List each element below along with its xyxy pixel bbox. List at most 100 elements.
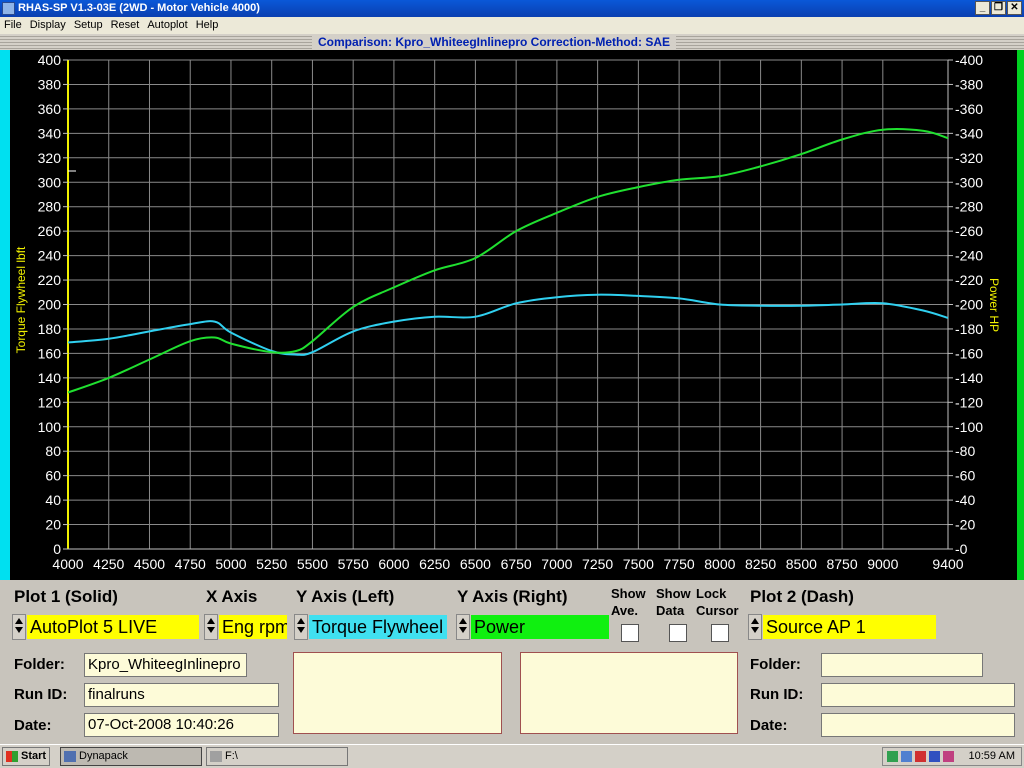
y-axis-right-spinner[interactable] — [456, 614, 470, 640]
tray-app-icon[interactable] — [943, 751, 954, 762]
y-tick-label-left: 40 — [45, 492, 61, 508]
y-tick-label-right: -100 — [955, 419, 983, 435]
lock-cursor-checkbox[interactable] — [711, 624, 729, 642]
y-tick-label-left: 360 — [38, 101, 62, 117]
windows-logo-icon — [6, 751, 18, 762]
menu-autoplot[interactable]: Autoplot — [143, 17, 191, 34]
y-axis-left-select[interactable]: Torque Flywheel — [309, 615, 447, 639]
y-tick-label-left: 60 — [45, 468, 61, 484]
y-axis-right-select[interactable]: Power — [471, 615, 609, 639]
start-button[interactable]: Start — [2, 747, 50, 766]
menu-setup[interactable]: Setup — [70, 17, 107, 34]
show-data-checkbox[interactable] — [669, 624, 687, 642]
x-axis-select[interactable]: Eng rpm — [219, 615, 287, 639]
x-tick-label: 8250 — [745, 556, 776, 572]
app-icon — [2, 2, 15, 15]
y-tick-label-left: 120 — [38, 394, 62, 410]
y-tick-label-right: -0 — [955, 541, 968, 557]
control-panel: Plot 1 (Solid) X Axis Y Axis (Left) Y Ax… — [0, 580, 1024, 744]
menu-file[interactable]: File — [0, 17, 26, 34]
dyno-plot[interactable]: 0 -0 20 -20 40 -40 60 -60 80 -80 100 -100 120 -120 140… — [0, 50, 1024, 580]
close-button[interactable]: ✕ — [1007, 1, 1022, 15]
y-tick-label-right: -80 — [955, 443, 975, 459]
y-axis-left-spinner[interactable] — [294, 614, 308, 640]
minimize-button[interactable]: _ — [975, 1, 990, 15]
tray-security-icon[interactable] — [915, 751, 926, 762]
y-axis-right-select-label: Y Axis (Right) — [457, 587, 568, 606]
menu-help[interactable]: Help — [192, 17, 223, 34]
notes-box-1[interactable] — [293, 652, 502, 734]
y-tick-label-left: 140 — [38, 370, 62, 386]
y-tick-label-left: 200 — [38, 297, 62, 313]
comparison-text: Comparison: Kpro_WhiteegInlinepro Correc… — [312, 34, 677, 50]
y-tick-label-right: -300 — [955, 174, 983, 190]
y-tick-label-right: -40 — [955, 492, 975, 508]
y-tick-label-right: -60 — [955, 468, 975, 484]
menu-reset[interactable]: Reset — [107, 17, 144, 34]
plot1-spinner[interactable] — [12, 614, 26, 640]
plot2-label: Plot 2 (Dash) — [750, 587, 854, 606]
window-title-bar[interactable]: RHAS-SP V1.3-03E (2WD - Motor Vehicle 40… — [0, 0, 1024, 17]
tray-printer-icon[interactable] — [901, 751, 912, 762]
date-label-left: Date: — [14, 717, 52, 734]
y-tick-label-left: 380 — [38, 76, 62, 92]
x-tick-label: 8500 — [786, 556, 817, 572]
y-axis-left-select-label: Y Axis (Left) — [296, 587, 395, 606]
tray-network-icon[interactable] — [887, 751, 898, 762]
x-tick-label: 5750 — [338, 556, 369, 572]
y-tick-label-left: 300 — [38, 174, 62, 190]
taskbar-item-dynapack[interactable]: Dynapack — [60, 747, 202, 766]
y-tick-label-left: 320 — [38, 150, 62, 166]
y-tick-label-left: 280 — [38, 199, 62, 215]
folder-field-left[interactable]: Kpro_WhiteegInlinepro — [84, 653, 247, 677]
taskbar-clock: 10:59 AM — [968, 750, 1015, 762]
runid-label-left: Run ID: — [14, 686, 68, 703]
x-axis-spinner[interactable] — [204, 614, 218, 640]
y-tick-label-left: 240 — [38, 248, 62, 264]
show-data-label: Show Data — [656, 586, 691, 618]
y-tick-label-right: -260 — [955, 223, 983, 239]
show-ave-label: Show Ave. — [611, 586, 646, 618]
date-field-right[interactable] — [821, 713, 1015, 737]
x-axis-label: X Axis — [206, 587, 258, 606]
comparison-bar: Comparison: Kpro_WhiteegInlinepro Correc… — [0, 34, 1024, 50]
taskbar-item-drive-f[interactable]: F:\ — [206, 747, 348, 766]
x-tick-label: 7000 — [541, 556, 572, 572]
tray-update-icon[interactable] — [929, 751, 940, 762]
plot1-select[interactable]: AutoPlot 5 LIVE — [27, 615, 199, 639]
y-tick-label-left: 400 — [38, 52, 62, 68]
date-field-left[interactable]: 07-Oct-2008 10:40:26 — [84, 713, 279, 737]
x-tick-label: 7750 — [664, 556, 695, 572]
show-ave-checkbox[interactable] — [621, 624, 639, 642]
runid-field-right[interactable] — [821, 683, 1015, 707]
y-tick-label-left: 0 — [53, 541, 61, 557]
lock-cursor-label: Lock Cursor — [696, 586, 739, 618]
y-tick-label-right: -20 — [955, 517, 975, 533]
notes-box-2[interactable] — [520, 652, 738, 734]
y-tick-label-right: -200 — [955, 297, 983, 313]
dyno-chart[interactable]: 0 -0 20 -20 40 -40 60 -60 80 -80 100 -100 120 -120 140… — [0, 50, 1024, 580]
y-tick-label-right: -220 — [955, 272, 983, 288]
x-tick-label: 6750 — [501, 556, 532, 572]
restore-button[interactable]: ❐ — [991, 1, 1006, 15]
x-tick-label: 9400 — [932, 556, 963, 572]
runid-field-left[interactable]: finalruns — [84, 683, 279, 707]
menu-display[interactable]: Display — [26, 17, 70, 34]
y-tick-label-right: -120 — [955, 394, 983, 410]
plot2-spinner[interactable] — [748, 614, 762, 640]
y-tick-label-right: -240 — [955, 248, 983, 264]
x-tick-label: 4250 — [93, 556, 124, 572]
window-title: RHAS-SP V1.3-03E (2WD - Motor Vehicle 40… — [18, 2, 260, 14]
plot2-select[interactable]: Source AP 1 — [763, 615, 936, 639]
x-tick-label: 4000 — [52, 556, 83, 572]
drive-icon — [210, 751, 222, 762]
folder-field-right[interactable] — [821, 653, 983, 677]
folder-label-left: Folder: — [14, 656, 65, 673]
system-tray: 10:59 AM — [882, 747, 1022, 766]
taskbar-item-label: F:\ — [225, 750, 238, 762]
plot1-label: Plot 1 (Solid) — [14, 587, 118, 606]
x-tick-label: 6000 — [378, 556, 409, 572]
x-tick-label: 6500 — [460, 556, 491, 572]
y-tick-label-left: 340 — [38, 125, 62, 141]
taskbar-item-label: Dynapack — [79, 750, 128, 762]
